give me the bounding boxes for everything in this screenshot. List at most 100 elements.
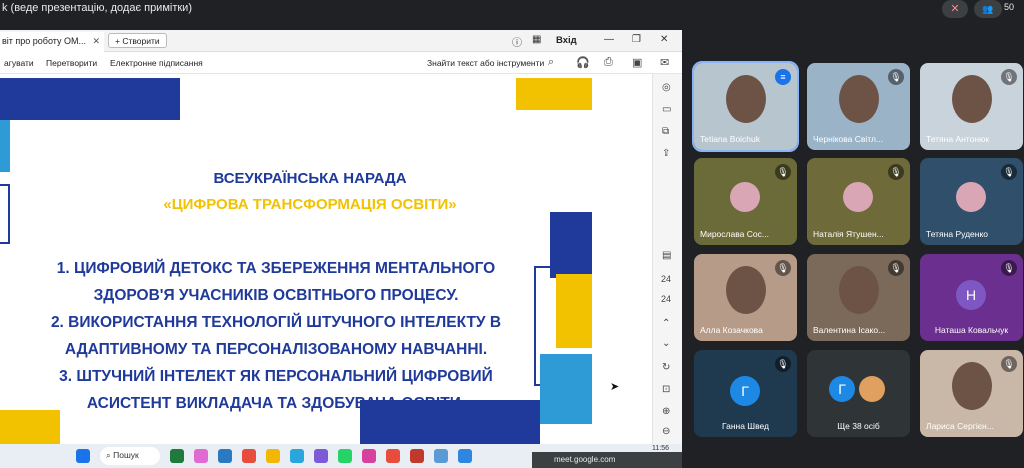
app-icon[interactable] — [458, 449, 472, 463]
slide-heading: ВСЕУКРАЇНСЬКА НАРАДА — [213, 170, 407, 187]
zoom-out-icon[interactable]: ⊖ — [662, 426, 670, 437]
mic-off-icon: 🎙 — [775, 356, 791, 372]
excel-icon[interactable] — [170, 449, 184, 463]
folder-icon[interactable] — [266, 449, 280, 463]
participant-name: Валентина Ісако... — [813, 325, 886, 335]
decor-block — [516, 78, 592, 110]
close-window-icon[interactable]: ✕ — [660, 34, 668, 45]
help-icon[interactable]: ⓘ — [512, 34, 522, 49]
participant-tile[interactable]: Н 🎙 Наташа Ковальчук — [920, 254, 1023, 341]
participant-tile[interactable]: 🎙 Алла Козачкова — [694, 254, 797, 341]
page-total: 24 — [661, 294, 672, 304]
participant-video — [726, 75, 766, 123]
instagram-icon[interactable] — [362, 449, 376, 463]
participant-avatar: Г — [730, 376, 760, 406]
telegram-icon[interactable] — [290, 449, 304, 463]
slide-line: 3. ШТУЧНИЙ ІНТЕЛЕКТ ЯК ПЕРСОНАЛЬНИЙ ЦИФР… — [59, 368, 493, 385]
slide-line: 1. ЦИФРОВИЙ ДЕТОКС ТА ЗБЕРЕЖЕННЯ МЕНТАЛЬ… — [56, 260, 496, 277]
mouse-cursor-icon: ➤ — [610, 381, 620, 393]
participant-tile[interactable]: 🎙 Лариса Сергієн... — [920, 350, 1023, 437]
start-icon[interactable] — [76, 449, 90, 463]
participant-tile[interactable]: Г 🎙 Ганна Швед — [694, 350, 797, 437]
menu-esign[interactable]: Електронне підписання — [110, 58, 203, 68]
chevron-down-icon[interactable]: ⌄ — [662, 338, 670, 349]
menu-convert[interactable]: Перетворити — [46, 58, 97, 68]
participant-name: Тетяна Руденко — [926, 229, 988, 239]
participant-tile[interactable]: 🎙 Тетяна Руденко — [920, 158, 1023, 245]
signin-button[interactable]: Вхід — [556, 35, 577, 46]
mic-off-icon: 🎙 — [775, 164, 791, 180]
app-icon[interactable] — [434, 449, 448, 463]
participant-video — [952, 362, 992, 410]
apps-grid-icon[interactable]: ▦ — [532, 34, 541, 45]
people-icon[interactable]: 👥 — [974, 0, 1002, 18]
store-icon[interactable] — [218, 449, 232, 463]
participant-tile[interactable]: 🎙 Мирослава Сос... — [694, 158, 797, 245]
search-tools-label[interactable]: Знайти текст або інструменти — [427, 58, 544, 68]
participant-video — [839, 75, 879, 123]
zoom-in-icon[interactable]: ⊕ — [662, 406, 670, 417]
close-tab-icon[interactable]: ✕ — [92, 36, 100, 47]
participant-video — [952, 75, 992, 123]
page-thumb-icon[interactable]: ▤ — [662, 250, 671, 261]
participant-avatar: Г — [829, 376, 855, 402]
fit-page-icon[interactable]: ⊡ — [662, 384, 670, 395]
print-icon[interactable]: ⎙ — [604, 56, 613, 69]
meeting-topbar: k (веде презентацію, додає примітки) ✕ 👥… — [0, 0, 1024, 20]
mic-off-icon: 🎙 — [1001, 164, 1017, 180]
headphones-icon[interactable]: 🎧 — [576, 56, 590, 69]
acrobat-icon[interactable] — [410, 449, 424, 463]
mic-off-icon: 🎙 — [1001, 356, 1017, 372]
participant-tile[interactable]: 🎙 Чернікова Світл... — [807, 63, 910, 150]
participant-photo — [843, 182, 873, 212]
participant-name: Чернікова Світл... — [813, 134, 884, 144]
participant-name: Tetiana Boichuk — [700, 134, 761, 144]
participant-tile[interactable]: 🎙 Наталія Ятушен... — [807, 158, 910, 245]
mic-off-icon: 🎙 — [1001, 260, 1017, 276]
minimize-icon[interactable]: — — [604, 34, 614, 45]
whatsapp-icon[interactable] — [338, 449, 352, 463]
shared-window: віт про роботу ОМ... ✕ + Створити ⓘ ▦ Вх… — [0, 30, 682, 444]
participant-tile[interactable]: 🎙 Валентина Ісако... — [807, 254, 910, 341]
participant-tile[interactable]: 🎙 Тетяна Антонюк — [920, 63, 1023, 150]
chevron-up-icon[interactable]: ⌃ — [662, 318, 670, 329]
taskbar-clock: 11:56 — [652, 445, 669, 452]
participant-name: Лариса Сергієн... — [926, 421, 994, 431]
save-icon[interactable]: ▣ — [632, 56, 642, 69]
maximize-icon[interactable]: ❐ — [632, 34, 641, 45]
tab-strip: віт про роботу ОМ... ✕ + Створити ⓘ ▦ Вх… — [0, 30, 682, 52]
meet-url: meet.google.com — [554, 455, 616, 464]
menu-edit[interactable]: агувати — [4, 58, 34, 68]
tab-document[interactable]: віт про роботу ОМ... ✕ — [0, 32, 104, 52]
participant-name: Наталія Ятушен... — [813, 229, 884, 239]
copilot-icon[interactable] — [194, 449, 208, 463]
mic-off-icon: 🎙 — [888, 260, 904, 276]
slide-line: 2. ВИКОРИСТАННЯ ТЕХНОЛОГІЙ ШТУЧНОГО ІНТЕ… — [50, 314, 502, 331]
participant-name: Мирослава Сос... — [700, 229, 769, 239]
participant-name: Ще 38 осіб — [837, 421, 880, 431]
chrome-icon[interactable] — [242, 449, 256, 463]
participant-tile[interactable]: ≡ Tetiana Boichuk — [692, 61, 799, 152]
participant-name: Алла Козачкова — [700, 325, 763, 335]
participant-photo — [956, 182, 986, 212]
chrome-active-icon[interactable] — [386, 449, 400, 463]
share-icon[interactable]: ⇪ — [662, 148, 670, 159]
slide-line: АСИСТЕНТ ВИКЛАДАЧА ТА ЗДОБУВАЧА ОСВІТИ. — [86, 395, 466, 412]
comment-icon[interactable]: ▭ — [662, 104, 671, 115]
taskbar-search[interactable]: ⌕ Пошук — [100, 447, 160, 465]
refresh-icon[interactable]: ↻ — [662, 362, 670, 373]
participant-tile[interactable]: Г Ще 38 осіб — [807, 350, 910, 437]
participant-video — [726, 266, 766, 314]
new-tab-button[interactable]: + Створити — [108, 33, 167, 48]
decor-block — [0, 78, 180, 120]
participant-name: Наташа Ковальчук — [934, 325, 1009, 335]
mic-off-icon: 🎙 — [888, 69, 904, 85]
copy-icon[interactable]: ⧉ — [662, 126, 669, 137]
stop-share-icon[interactable]: ✕ — [942, 0, 968, 18]
mic-off-icon: 🎙 — [888, 164, 904, 180]
viber-icon[interactable] — [314, 449, 328, 463]
search-icon[interactable]: ⌕ — [548, 56, 554, 69]
ai-assistant-icon[interactable]: ◎ — [662, 82, 671, 93]
mail-icon[interactable]: ✉ — [660, 56, 669, 69]
slide-line: АДАПТИВНОМУ ТА ПЕРСОНАЛІЗОВАНОМУ НАВЧАНН… — [64, 341, 488, 358]
